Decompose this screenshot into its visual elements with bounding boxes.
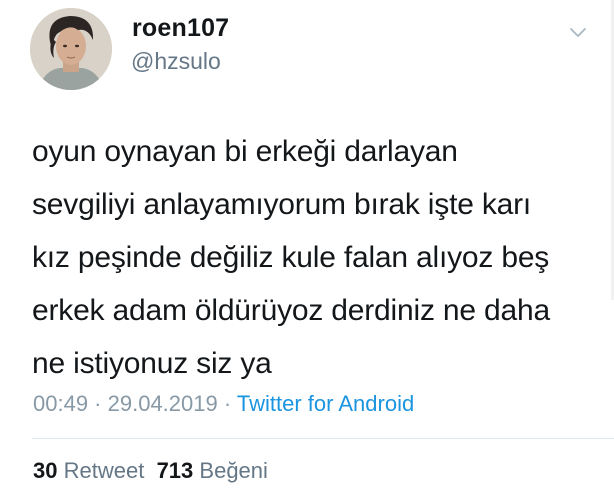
divider — [32, 438, 614, 439]
tweet-text-line: oyun oynayan bi erkeği darlayan — [32, 135, 458, 168]
tweet-text-line: ne istiyonuz siz ya — [32, 347, 272, 380]
avatar[interactable] — [30, 8, 112, 90]
meta-separator: · — [217, 391, 237, 416]
tweet-text-line: sevgiliyi anlayamıyorum bırak işte karı — [32, 188, 532, 221]
retweet-stat[interactable]: 30 Retweet — [33, 458, 144, 483]
like-stat[interactable]: 713 Beğeni — [157, 458, 268, 483]
retweet-label: Retweet — [63, 458, 145, 483]
tweet-source-link[interactable]: Twitter for Android — [237, 391, 414, 416]
like-count: 713 — [156, 458, 194, 483]
tweet-text: oyun oynayan bi erkeği darlayan sevgiliy… — [32, 125, 592, 390]
tweet-card: roen107 @hzsulo oyun oynayan bi erkeği d… — [0, 0, 614, 499]
username[interactable]: @hzsulo — [131, 48, 221, 75]
retweet-count: 30 — [33, 458, 58, 483]
tweet-stats: 30 Retweet 713 Beğeni — [33, 458, 268, 484]
tweet-text-line: erkek adam öldürüyoz derdiniz ne daha — [32, 294, 550, 327]
like-label: Beğeni — [199, 458, 268, 483]
tweet-time[interactable]: 00:49 — [33, 391, 88, 416]
avatar-image — [30, 8, 112, 90]
display-name[interactable]: roen107 — [132, 14, 229, 43]
tweet-text-line: kız peşinde değiliz kule falan alıyoz be… — [32, 241, 550, 274]
meta-separator: · — [88, 391, 108, 416]
tweet-meta: 00:49 · 29.04.2019 · Twitter for Android — [33, 391, 414, 417]
tweet-date[interactable]: 29.04.2019 — [108, 391, 218, 416]
chevron-down-icon[interactable] — [568, 26, 588, 40]
